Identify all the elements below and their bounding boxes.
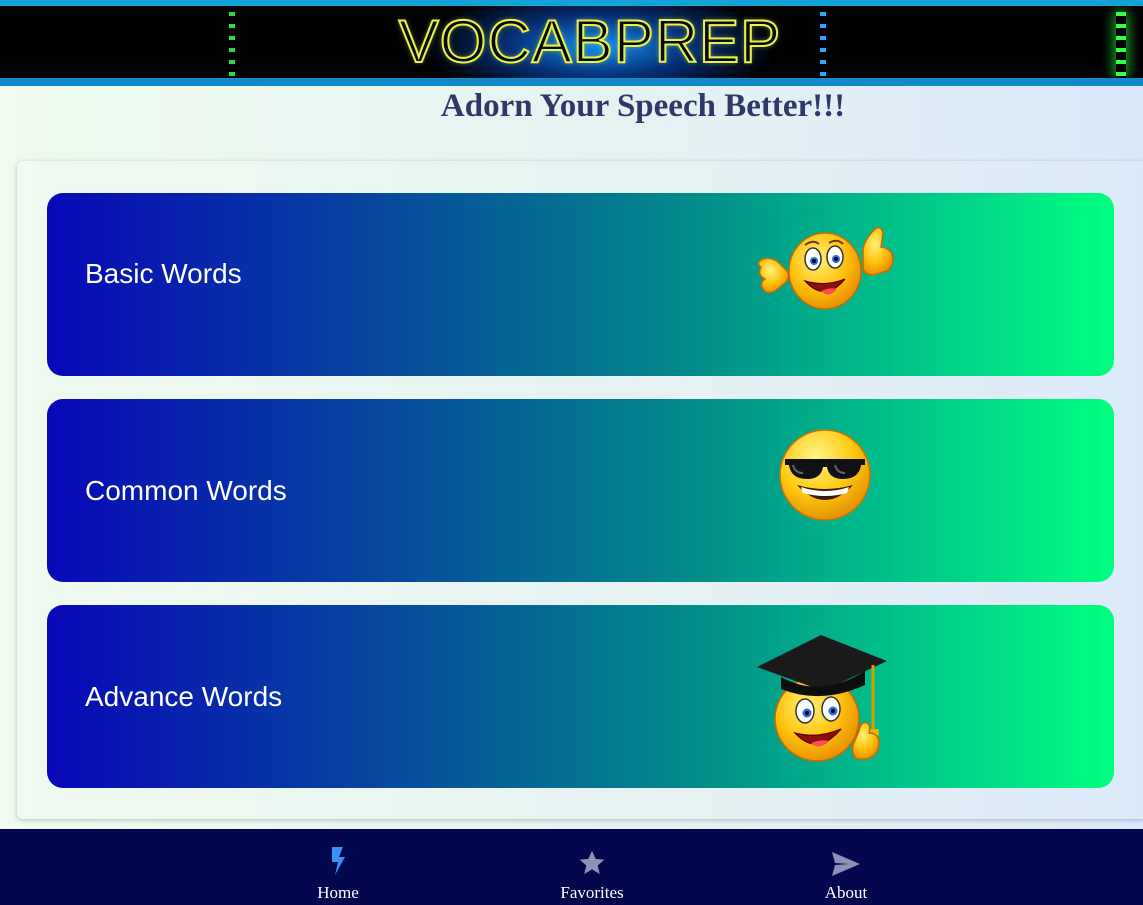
- sunglasses-smiley-icon: [779, 429, 871, 521]
- category-common-words[interactable]: Common Words: [47, 399, 1114, 582]
- page-tagline: Adorn Your Speech Better!!!: [440, 88, 846, 124]
- category-basic-words[interactable]: Basic Words: [47, 193, 1114, 376]
- bottom-navigation: Home Favorites About: [0, 829, 1143, 905]
- nav-favorites[interactable]: Favorites: [522, 829, 662, 905]
- category-label: Basic Words: [85, 257, 242, 289]
- graduate-smiley-icon: [757, 635, 887, 762]
- star-icon: [579, 850, 605, 875]
- nav-label: Favorites: [560, 883, 624, 902]
- lightning-icon: [332, 847, 345, 875]
- nav-label: Home: [317, 883, 359, 902]
- app-banner: VOCABPREP: [0, 0, 1143, 86]
- category-panel: Basic Words Common Words Advance Words: [17, 161, 1143, 819]
- thumbs-up-smiley-icon: [757, 226, 894, 310]
- category-label: Common Words: [85, 474, 287, 506]
- category-advance-words[interactable]: Advance Words: [47, 605, 1114, 788]
- nav-label: About: [824, 883, 868, 902]
- nav-about[interactable]: About: [776, 829, 916, 905]
- category-label: Advance Words: [85, 680, 283, 712]
- app-logo: VOCABPREP: [398, 8, 782, 75]
- send-icon: [832, 852, 860, 876]
- nav-home[interactable]: Home: [268, 829, 408, 905]
